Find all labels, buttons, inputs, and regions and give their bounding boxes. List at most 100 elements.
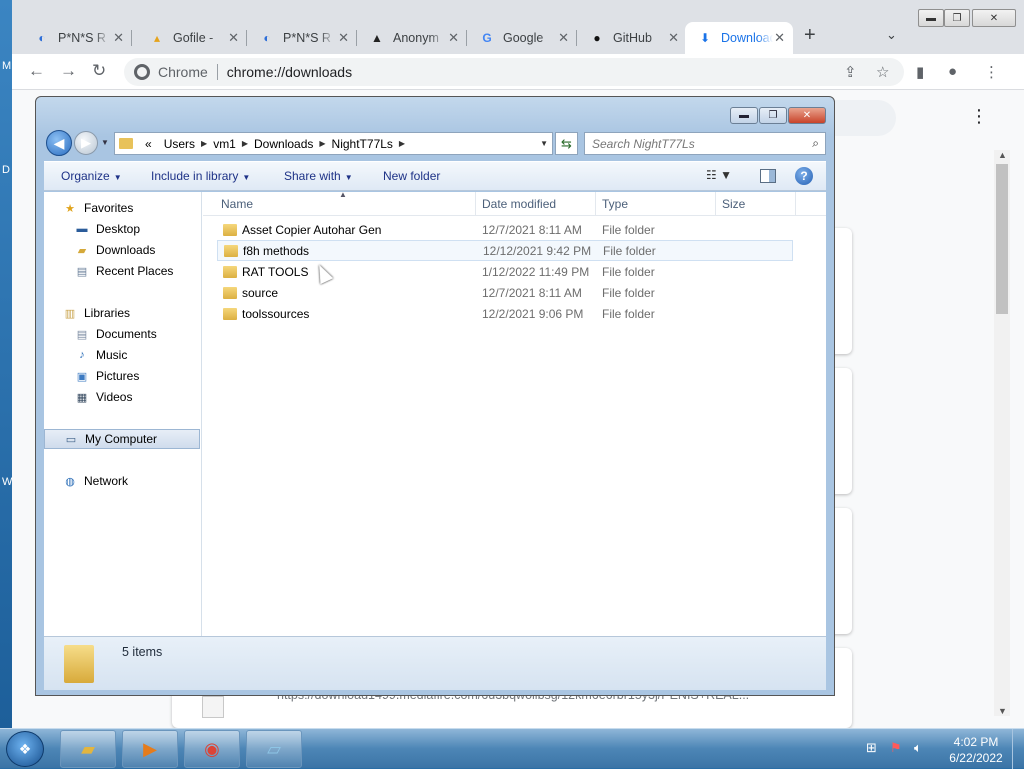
- recent-pages-chevron-icon[interactable]: ▼: [101, 138, 109, 147]
- nav-libraries[interactable]: ▥ Libraries: [62, 303, 130, 323]
- breadcrumb-downloads[interactable]: Downloads: [254, 137, 313, 151]
- reload-icon[interactable]: ↻: [92, 61, 106, 81]
- action-center-icon[interactable]: ⚑: [890, 740, 902, 756]
- breadcrumb-users[interactable]: Users: [164, 137, 195, 151]
- breadcrumb-nightt77ls[interactable]: NightT77Ls: [332, 137, 393, 151]
- close-icon[interactable]: ✕: [448, 30, 459, 46]
- column-name[interactable]: Name: [221, 197, 253, 211]
- chevron-right-icon[interactable]: ▶: [242, 139, 248, 148]
- column-size[interactable]: Size: [722, 197, 745, 211]
- column-divider[interactable]: [595, 192, 596, 216]
- file-row[interactable]: Asset Copier Autohar Gen 12/7/2021 8:11 …: [217, 219, 793, 240]
- tab-search-chevron-icon[interactable]: ⌄: [886, 27, 897, 43]
- share-with-button[interactable]: Share with ▼: [284, 169, 353, 183]
- search-icon[interactable]: ⌕: [812, 136, 819, 151]
- taskbar-explorer[interactable]: ▰: [60, 730, 116, 768]
- taskbar-chrome[interactable]: ◉: [184, 730, 240, 768]
- system-clock[interactable]: 4:02 PM 6/22/2022: [946, 734, 1006, 766]
- new-folder-button[interactable]: New folder: [383, 169, 440, 183]
- explorer-minimize-button[interactable]: ▬: [730, 107, 758, 124]
- desktop-icon-label[interactable]: W: [2, 476, 12, 488]
- nav-network[interactable]: ◍ Network: [62, 471, 128, 491]
- nav-documents[interactable]: ▤ Documents: [74, 324, 157, 344]
- nav-downloads[interactable]: ▰ Downloads: [74, 240, 156, 260]
- window-close-button[interactable]: ✕: [972, 9, 1016, 27]
- explorer-folder-icon: ▰: [81, 738, 95, 759]
- network-tray-icon[interactable]: ⊞: [866, 740, 877, 756]
- column-divider[interactable]: [715, 192, 716, 216]
- tab-pns-2[interactable]: ◐ P*N*S R ✕: [247, 22, 357, 54]
- address-dropdown-icon[interactable]: ▼: [540, 139, 548, 148]
- close-icon[interactable]: ✕: [338, 30, 349, 46]
- organize-button[interactable]: Organize ▼: [61, 169, 122, 183]
- forward-arrow-icon[interactable]: ▶: [74, 131, 98, 155]
- help-icon[interactable]: ?: [795, 167, 813, 185]
- breadcrumb: « Users ▶ vm1 ▶ Downloads ▶ NightT77Ls ▶: [139, 137, 405, 151]
- side-panel-icon[interactable]: ▮: [916, 63, 924, 81]
- nav-pictures[interactable]: ▣ Pictures: [74, 366, 140, 386]
- breadcrumb-overflow[interactable]: «: [145, 137, 152, 151]
- volume-icon[interactable]: 🔈︎: [914, 740, 922, 756]
- column-date-modified[interactable]: Date modified: [482, 197, 556, 211]
- nav-videos[interactable]: ▦ Videos: [74, 387, 133, 407]
- tab-gofile[interactable]: ▴ Gofile - ✕: [137, 22, 247, 54]
- close-icon[interactable]: ✕: [228, 30, 239, 46]
- omnibox[interactable]: Chrome chrome://downloads: [124, 58, 904, 86]
- column-divider[interactable]: [795, 192, 796, 216]
- address-bar[interactable]: « Users ▶ vm1 ▶ Downloads ▶ NightT77Ls ▶…: [114, 132, 553, 155]
- close-icon[interactable]: ✕: [113, 30, 124, 46]
- column-divider[interactable]: [475, 192, 476, 216]
- include-in-library-button[interactable]: Include in library ▼: [151, 169, 250, 183]
- chevron-right-icon[interactable]: ▶: [319, 139, 325, 148]
- back-arrow-icon[interactable]: ◀: [46, 130, 72, 156]
- close-icon[interactable]: ✕: [774, 30, 785, 46]
- tab-pns-1[interactable]: ◐ P*N*S R ✕: [22, 22, 132, 54]
- file-row[interactable]: toolssources 12/2/2021 9:06 PM File fold…: [217, 303, 793, 324]
- scroll-down-icon[interactable]: ▼: [998, 706, 1007, 716]
- preview-pane-icon[interactable]: [760, 169, 776, 183]
- explorer-close-button[interactable]: ✕: [788, 107, 826, 124]
- nav-recent-places[interactable]: ▤ Recent Places: [74, 261, 174, 281]
- bookmark-star-icon[interactable]: ☆: [876, 63, 889, 81]
- scrollbar-thumb[interactable]: [996, 164, 1008, 314]
- nav-desktop[interactable]: ▬ Desktop: [74, 219, 141, 239]
- new-tab-icon[interactable]: +: [804, 24, 816, 47]
- breadcrumb-vm1[interactable]: vm1: [213, 137, 236, 151]
- nav-favorites[interactable]: ★ Favorites: [62, 198, 133, 218]
- forward-arrow-icon[interactable]: →: [60, 61, 77, 81]
- share-icon[interactable]: ⇪: [844, 63, 857, 81]
- tab-google[interactable]: G Google ✕: [467, 22, 577, 54]
- desktop-icon-label[interactable]: M: [2, 60, 11, 72]
- desktop-icon-label[interactable]: D: [2, 164, 10, 176]
- column-type[interactable]: Type: [602, 197, 628, 211]
- tab-anonym[interactable]: ▲ Anonym ✕: [357, 22, 467, 54]
- show-desktop-button[interactable]: [1012, 729, 1024, 769]
- profile-avatar-icon[interactable]: ●: [948, 63, 957, 80]
- kebab-menu-icon[interactable]: ⋮: [970, 106, 988, 127]
- window-minimize-button[interactable]: ▬: [918, 9, 944, 27]
- close-icon[interactable]: ✕: [558, 30, 569, 46]
- taskbar-notepad[interactable]: ▱: [246, 730, 302, 768]
- nav-music[interactable]: ♪ Music: [74, 345, 127, 365]
- file-row[interactable]: source 12/7/2021 8:11 AM File folder: [217, 282, 793, 303]
- explorer-maximize-button[interactable]: ❐: [759, 107, 787, 124]
- kebab-menu-icon[interactable]: ⋮: [984, 63, 999, 81]
- file-row[interactable]: f8h methods 12/12/2021 9:42 PM File fold…: [217, 240, 793, 261]
- vertical-scrollbar[interactable]: ▲ ▼: [994, 150, 1010, 716]
- tab-downloads[interactable]: ⬇ Download ✕: [685, 22, 793, 54]
- back-arrow-icon[interactable]: ←: [28, 61, 45, 81]
- file-row[interactable]: RAT TOOLS 1/12/2022 11:49 PM File folder: [217, 261, 793, 282]
- taskbar-media-player[interactable]: ▶: [122, 730, 178, 768]
- search-input[interactable]: Search NightT77Ls ⌕: [584, 132, 826, 155]
- chevron-right-icon[interactable]: ▶: [201, 139, 207, 148]
- chevron-right-icon[interactable]: ▶: [399, 139, 405, 148]
- change-view-button[interactable]: ☷ ▼: [706, 168, 732, 182]
- close-icon[interactable]: ✕: [668, 30, 679, 46]
- nav-my-computer[interactable]: ▭ My Computer: [44, 429, 200, 449]
- window-maximize-button[interactable]: ❐: [944, 9, 970, 27]
- omnibox-url[interactable]: chrome://downloads: [227, 64, 352, 80]
- tab-github[interactable]: ● GitHub ✕: [577, 22, 687, 54]
- start-button[interactable]: ❖: [6, 731, 44, 767]
- refresh-icon[interactable]: ⇆: [555, 132, 578, 155]
- scroll-up-icon[interactable]: ▲: [998, 150, 1007, 160]
